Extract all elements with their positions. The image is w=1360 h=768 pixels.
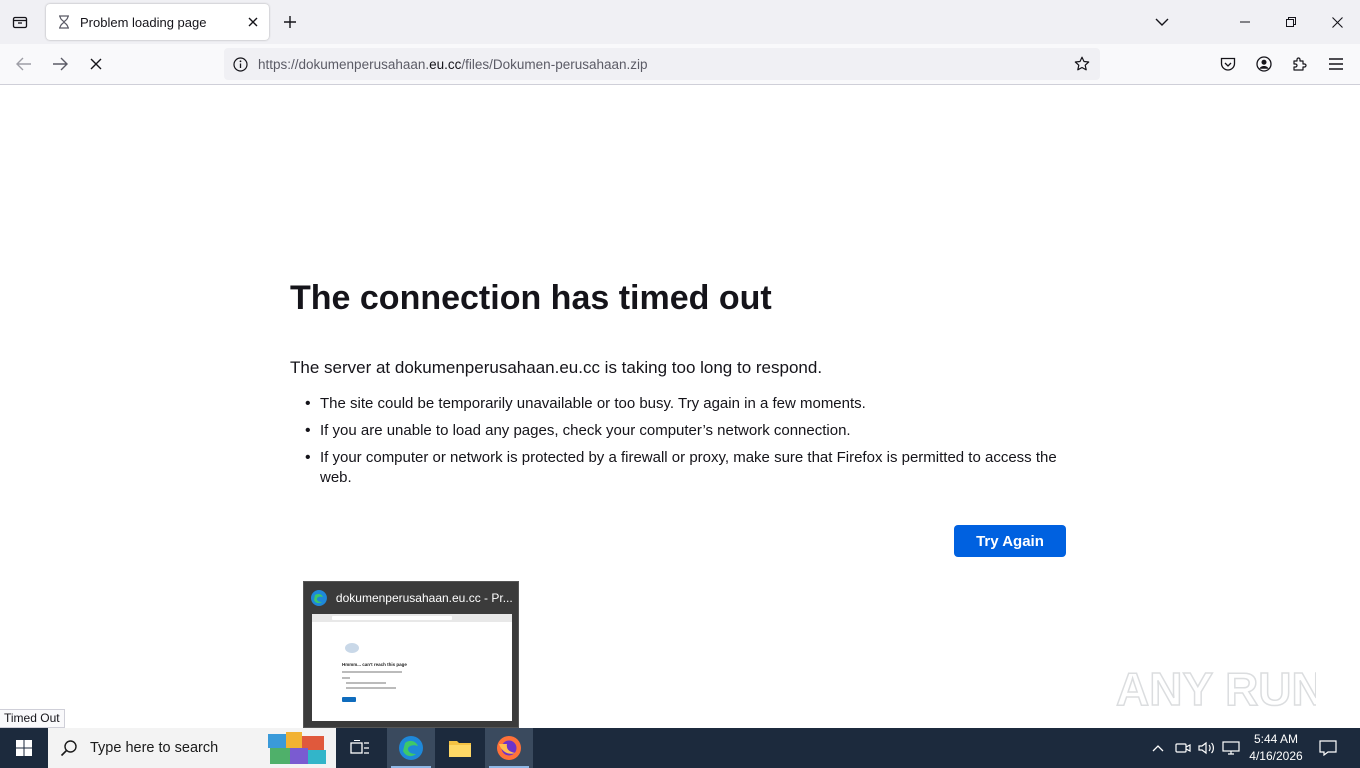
camera-icon — [1175, 743, 1191, 753]
thumbnail-heading: Hmmm... can't reach this page — [342, 662, 407, 667]
tray-meet-now[interactable] — [1172, 728, 1194, 768]
navigation-toolbar: https://dokumenperusahaan.eu.cc/files/Do… — [0, 44, 1360, 85]
taskbar-clock[interactable]: 5:44 AM 4/16/2026 — [1244, 731, 1308, 765]
speaker-icon — [1198, 741, 1214, 755]
taskbar-file-explorer[interactable] — [436, 728, 484, 768]
action-center-button[interactable] — [1314, 728, 1342, 768]
restore-icon — [1286, 17, 1296, 27]
show-hidden-icons-button[interactable] — [1148, 728, 1168, 768]
edge-icon — [310, 590, 327, 606]
close-tab-icon[interactable] — [241, 10, 265, 34]
hourglass-icon — [56, 14, 72, 30]
new-tab-button[interactable] — [278, 10, 302, 34]
task-view-button[interactable] — [336, 728, 384, 768]
taskbar-firefox[interactable] — [485, 728, 533, 768]
search-highlight-puzzle-icon — [268, 732, 326, 764]
edge-icon — [399, 736, 423, 760]
try-again-button[interactable]: Try Again — [954, 525, 1066, 557]
tab-list-icon — [12, 16, 28, 29]
suggestion-item: If your computer or network is protected… — [300, 448, 1070, 488]
puzzle-icon — [1293, 57, 1307, 71]
task-view-icon — [350, 740, 369, 754]
chevron-down-icon — [1155, 18, 1169, 26]
anyrun-watermark: ANY RUN — [1115, 655, 1325, 719]
url-host: eu.cc — [429, 56, 462, 72]
notification-icon — [1319, 740, 1337, 756]
bookmark-star-icon[interactable] — [1070, 52, 1094, 76]
taskbar-thumbnail-preview[interactable]: dokumenperusahaan.eu.cc - Pr... Hmmm... … — [303, 581, 519, 728]
back-button[interactable] — [10, 50, 38, 78]
watermark-text: ANY RUN — [1116, 663, 1316, 715]
account-button[interactable] — [1252, 52, 1276, 76]
error-title: The connection has timed out — [290, 279, 772, 317]
error-description: The server at dokumenperusahaan.eu.cc is… — [290, 358, 823, 377]
taskbar: Type here to search 5:44 AM 4/16/2026 — [0, 728, 1360, 768]
minimize-button[interactable] — [1222, 0, 1268, 44]
restore-button[interactable] — [1268, 0, 1314, 44]
forward-button[interactable] — [46, 50, 74, 78]
tray-volume[interactable] — [1196, 728, 1218, 768]
minimize-icon — [1240, 21, 1250, 23]
clock-time: 5:44 AM — [1253, 732, 1299, 746]
tray-network[interactable] — [1220, 728, 1242, 768]
clock-date: 4/16/2026 — [1249, 749, 1303, 763]
tab-title: Problem loading page — [80, 14, 207, 30]
close-icon — [1331, 16, 1343, 28]
firefox-icon — [497, 736, 521, 760]
url-prefix: https://dokumenperusahaan. — [258, 56, 430, 72]
windows-logo-icon — [16, 740, 32, 756]
url-text[interactable]: https://dokumenperusahaan.eu.cc/files/Do… — [258, 57, 648, 72]
thumbnail-header: dokumenperusahaan.eu.cc - Pr... — [310, 588, 512, 608]
account-icon — [1256, 56, 1272, 72]
chevron-up-icon — [1152, 745, 1164, 752]
firefox-view-button[interactable] — [8, 10, 32, 34]
search-icon — [60, 740, 77, 757]
page-content: The connection has timed out The server … — [0, 86, 1360, 728]
extensions-button[interactable] — [1288, 52, 1312, 76]
stop-button[interactable] — [82, 50, 110, 78]
suggestion-item: The site could be temporarily unavailabl… — [300, 394, 1070, 414]
status-panel: Timed Out — [0, 709, 65, 728]
info-icon[interactable] — [232, 56, 248, 72]
taskbar-edge[interactable] — [387, 728, 435, 768]
thumbnail-screenshot: Hmmm... can't reach this page — [312, 614, 512, 721]
suggestion-item: If you are unable to load any pages, che… — [300, 421, 1070, 441]
plus-icon — [284, 16, 296, 28]
stop-icon — [90, 58, 102, 70]
app-menu-button[interactable] — [1324, 52, 1348, 76]
hamburger-menu-icon — [1329, 58, 1343, 70]
network-icon — [1222, 741, 1240, 755]
url-bar[interactable]: https://dokumenperusahaan.eu.cc/files/Do… — [224, 48, 1100, 80]
tab-active[interactable]: Problem loading page — [46, 4, 269, 40]
folder-icon — [449, 741, 471, 757]
close-window-button[interactable] — [1314, 0, 1360, 44]
arrow-right-icon — [53, 57, 68, 71]
arrow-left-icon — [16, 57, 31, 71]
taskbar-search-box[interactable]: Type here to search — [48, 728, 336, 768]
error-suggestions: The site could be temporarily unavailabl… — [300, 394, 1070, 495]
pocket-icon — [1220, 57, 1236, 71]
pocket-button[interactable] — [1216, 52, 1240, 76]
tab-bar: Problem loading page — [0, 0, 1360, 44]
start-button[interactable] — [0, 728, 48, 768]
url-path: /files/Dokumen-perusahaan.zip — [461, 56, 648, 72]
thumbnail-title: dokumenperusahaan.eu.cc - Pr... — [335, 591, 512, 605]
search-placeholder: Type here to search — [90, 740, 219, 756]
list-all-tabs-button[interactable] — [1150, 10, 1174, 34]
